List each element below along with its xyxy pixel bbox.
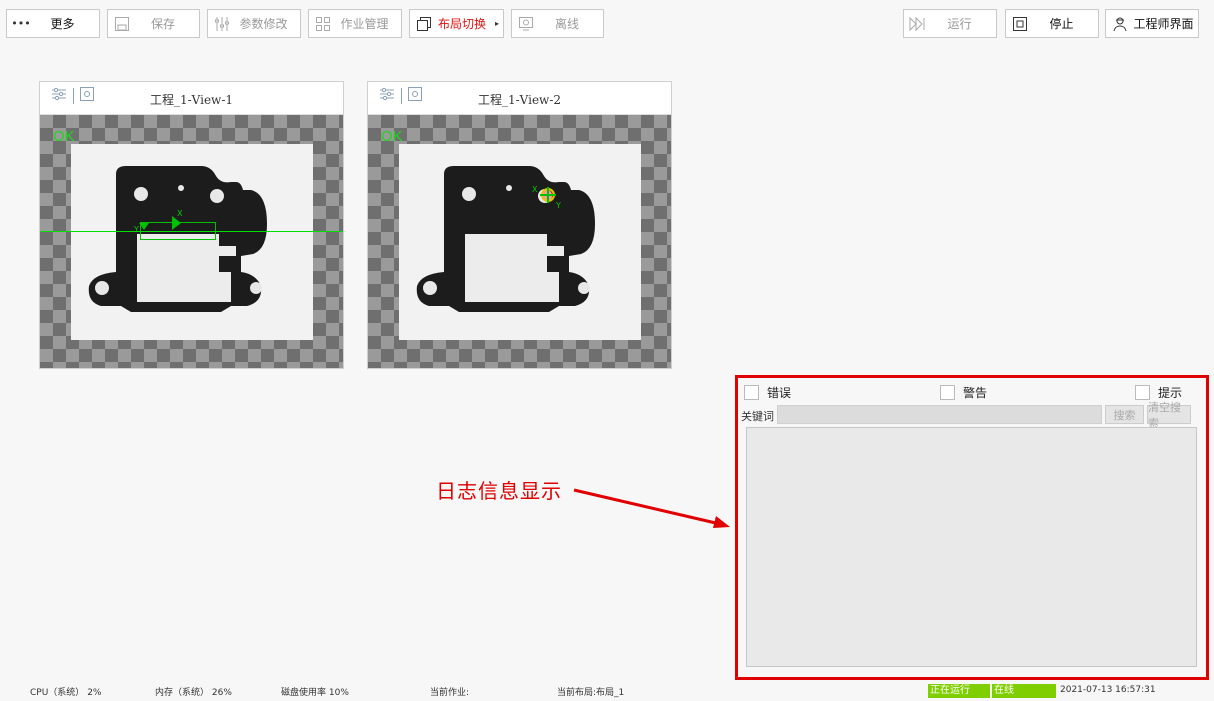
keyword-input[interactable] bbox=[777, 405, 1102, 424]
run-button[interactable]: 运行 bbox=[903, 9, 997, 38]
datetime-label: 2021-07-13 16:57:31 bbox=[1060, 685, 1156, 695]
running-status-badge: 正在运行 bbox=[928, 684, 990, 698]
view-header: 工程_1-View-2 bbox=[368, 82, 671, 115]
disk-usage-label: 磁盘使用率 10% bbox=[281, 688, 349, 698]
result-label: OK bbox=[381, 128, 403, 145]
warning-checkbox[interactable] bbox=[940, 385, 955, 400]
y-axis-label: Y bbox=[134, 225, 139, 234]
current-layout-label: 当前布局:布局_1 bbox=[557, 688, 625, 698]
crosshair-icon-h bbox=[540, 194, 556, 196]
x-axis-label: X bbox=[177, 209, 183, 218]
view-canvas[interactable]: X Y OK bbox=[368, 115, 671, 368]
warning-filter[interactable]: 警告 bbox=[940, 384, 987, 401]
online-status-badge: 在线 bbox=[992, 684, 1056, 698]
fast-forward-icon bbox=[907, 13, 929, 35]
cpu-label: CPU（系统） 2% bbox=[30, 688, 102, 698]
sliders-icon bbox=[211, 13, 233, 35]
monitor-icon bbox=[515, 13, 537, 35]
stop-icon bbox=[1009, 13, 1031, 35]
memory-label: 内存（系统） 26% bbox=[155, 688, 232, 698]
search-button[interactable]: 搜索 bbox=[1105, 405, 1144, 424]
roi-arrow-icon bbox=[172, 216, 181, 230]
y-axis-label: Y bbox=[556, 201, 561, 210]
dropdown-arrow-icon[interactable]: ▸ bbox=[495, 19, 499, 28]
camera-image bbox=[399, 144, 641, 340]
view-header: 工程_1-View-1 bbox=[40, 82, 343, 115]
view-canvas[interactable]: X Y OK bbox=[40, 115, 343, 368]
layout-switch-button[interactable]: 布局切换 ▸ bbox=[409, 9, 504, 38]
camera-image bbox=[71, 144, 313, 340]
error-filter[interactable]: 错误 bbox=[744, 384, 791, 401]
clear-search-button[interactable]: 清空搜索 bbox=[1147, 401, 1191, 430]
offline-button[interactable]: 离线 bbox=[511, 9, 604, 38]
params-button[interactable]: 参数修改 bbox=[207, 9, 301, 38]
image-view-1[interactable]: 工程_1-View-1 X Y OK bbox=[39, 81, 344, 369]
more-icon: ••• bbox=[11, 17, 31, 30]
save-icon bbox=[111, 13, 133, 35]
view-title: 工程_1-View-1 bbox=[149, 93, 234, 107]
engineer-icon bbox=[1109, 13, 1131, 35]
x-axis-label: X bbox=[532, 185, 538, 194]
layers-icon bbox=[413, 13, 435, 35]
view-title: 工程_1-View-2 bbox=[477, 93, 562, 107]
current-job-label: 当前作业: bbox=[430, 688, 470, 698]
engineer-view-button[interactable]: 工程师界面 bbox=[1105, 9, 1199, 38]
annotation-arrow bbox=[573, 488, 730, 528]
y-axis-marker bbox=[139, 223, 149, 230]
save-button[interactable]: 保存 bbox=[107, 9, 200, 38]
stop-button[interactable]: 停止 bbox=[1005, 9, 1099, 38]
image-view-2[interactable]: 工程_1-View-2 X Y OK bbox=[367, 81, 672, 369]
error-checkbox[interactable] bbox=[744, 385, 759, 400]
result-label: OK bbox=[53, 128, 75, 145]
grid-icon bbox=[312, 13, 334, 35]
job-management-button[interactable]: 作业管理 bbox=[308, 9, 402, 38]
keyword-label: 关键词 bbox=[741, 410, 774, 423]
log-output-area[interactable] bbox=[746, 427, 1197, 667]
log-panel: 错误 警告 提示 关键词 搜索 清空搜索 bbox=[735, 375, 1209, 680]
more-button[interactable]: ••• 更多 bbox=[6, 9, 100, 38]
log-annotation-label: 日志信息显示 bbox=[436, 479, 562, 503]
